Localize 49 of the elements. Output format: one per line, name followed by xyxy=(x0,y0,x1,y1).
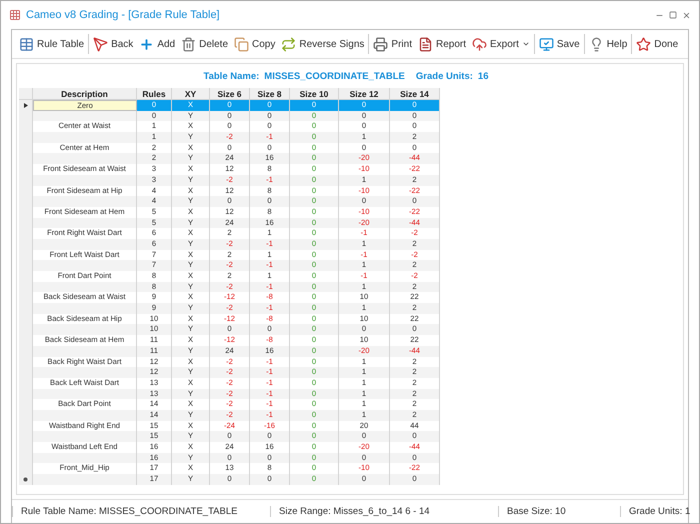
current-row-icon xyxy=(24,102,28,108)
column-header[interactable]: Description xyxy=(33,88,137,100)
plus-icon xyxy=(139,36,154,52)
column-header[interactable]: Rules xyxy=(137,88,172,100)
table-name: MISSES_COORDINATE_TABLE xyxy=(264,70,405,82)
toolbar-button[interactable]: Reverse Signs xyxy=(278,32,368,56)
status-text: Rule Table Name: MISSES_COORDINATE_TABLE xyxy=(12,506,270,517)
column-header[interactable]: Size 8 xyxy=(250,88,290,100)
column-header[interactable]: Size 10 xyxy=(290,88,339,100)
cloud-icon xyxy=(472,36,487,52)
document-icon xyxy=(418,36,433,52)
grade-units-label: Grade Units: xyxy=(416,70,473,82)
header-corner xyxy=(19,88,33,100)
toolbar-button[interactable]: Rule Table xyxy=(16,32,88,56)
status-text: Size Range: Misses_6_to_14 6 - 14 xyxy=(270,506,498,517)
swap-arrows-icon xyxy=(281,36,296,52)
toolbar-button[interactable]: Done xyxy=(633,32,682,56)
copy-icon xyxy=(234,36,250,52)
toolbar-button[interactable]: Copy xyxy=(231,32,278,56)
row-header[interactable] xyxy=(19,474,33,485)
column-header[interactable]: Size 12 xyxy=(339,88,390,100)
row-header[interactable] xyxy=(19,100,33,111)
toolbar-button[interactable]: Back xyxy=(90,32,136,56)
paper-plane-icon xyxy=(93,36,108,52)
star-icon xyxy=(636,36,652,52)
toolbar-button[interactable]: Report xyxy=(414,32,469,56)
toolbar-button[interactable]: Print xyxy=(370,32,415,56)
toolbar-button[interactable]: Export xyxy=(468,32,533,56)
close-icon[interactable] xyxy=(682,10,691,20)
grade-units: 16 xyxy=(478,70,488,82)
window-title: Cameo v8 Grading - [Grade Rule Table] xyxy=(26,9,221,21)
maximize-icon[interactable] xyxy=(669,11,677,19)
table-name-label: Table Name: xyxy=(204,70,260,82)
status-text: Base Size: 10 xyxy=(498,506,620,517)
column-header[interactable]: Size 6 xyxy=(210,88,250,100)
toolbar-button[interactable]: Save xyxy=(536,32,583,56)
toolbar-button[interactable]: Help xyxy=(586,32,630,56)
toolbar-button[interactable]: Add xyxy=(136,32,178,56)
new-row-icon xyxy=(23,476,28,482)
column-header[interactable]: XY xyxy=(172,88,210,100)
column-header[interactable]: Size 14 xyxy=(390,88,440,100)
printer-icon xyxy=(373,36,388,52)
status-text: Grade Units: 1 xyxy=(620,506,690,517)
monitor-icon xyxy=(538,36,554,52)
toolbar-button[interactable]: Delete xyxy=(178,32,232,56)
caret-icon xyxy=(522,40,530,48)
trash-icon xyxy=(181,36,196,52)
app-icon xyxy=(9,9,21,21)
table-icon xyxy=(19,36,34,52)
